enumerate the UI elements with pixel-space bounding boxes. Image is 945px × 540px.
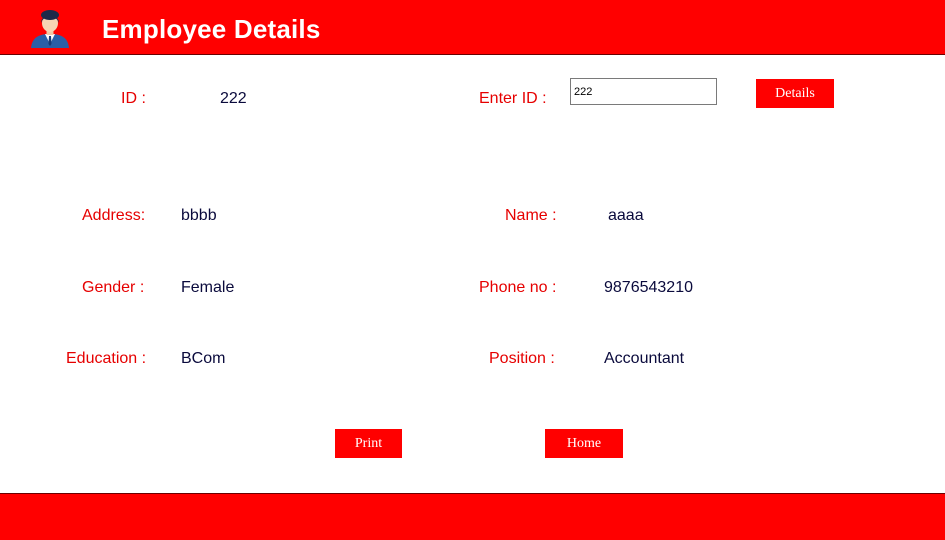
id-label: ID : — [121, 90, 146, 107]
gender-value: Female — [181, 279, 235, 296]
employee-avatar-icon — [31, 10, 69, 48]
education-label: Education : — [66, 350, 147, 367]
address-value: bbbb — [181, 207, 217, 224]
footer-bar — [0, 493, 945, 540]
phone-value: 9876543210 — [604, 279, 693, 296]
address-label: Address: — [82, 207, 146, 224]
position-value: Accountant — [604, 350, 685, 367]
education-value: BCom — [181, 350, 226, 367]
details-button[interactable]: Details — [756, 79, 834, 108]
position-label: Position : — [489, 350, 555, 367]
print-button[interactable]: Print — [335, 429, 402, 458]
id-value: 222 — [220, 90, 247, 107]
enter-id-label: Enter ID : — [479, 90, 547, 107]
gender-label: Gender : — [82, 279, 145, 296]
enter-id-input[interactable] — [570, 78, 717, 105]
page-title: Employee Details — [102, 14, 321, 44]
home-button[interactable]: Home — [545, 429, 623, 458]
name-value: aaaa — [608, 207, 644, 224]
phone-label: Phone no : — [479, 279, 557, 296]
name-label: Name : — [505, 207, 557, 224]
header-bar: Employee Details — [0, 0, 945, 55]
